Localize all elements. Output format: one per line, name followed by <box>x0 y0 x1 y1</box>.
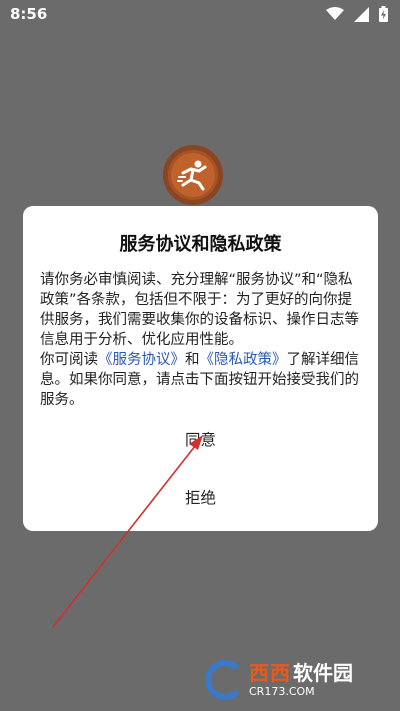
body-text-prefix: 你可阅读 <box>40 352 98 368</box>
watermark-logo: 西西 软件园 CR173.COM <box>205 658 385 702</box>
body-text-and: 和 <box>185 352 200 368</box>
status-bar: 8:56 <box>0 0 400 28</box>
privacy-policy-link[interactable]: 《隐私政策》 <box>200 352 287 368</box>
watermark-c-icon <box>205 660 245 700</box>
running-figure-icon <box>177 160 207 191</box>
dialog-title: 服务协议和隐私政策 <box>119 234 282 255</box>
reject-button[interactable]: 拒绝 <box>23 486 378 508</box>
body-text-main: 请你务必审慎阅读、充分理解“服务协议”和“隐私政策”各条款，包括但不限于：为了更… <box>40 272 359 348</box>
screen: 8:56 服务协议和隐私政策 请你务必审慎阅读、充分理解“服务协议”和“隐私政策… <box>0 0 400 711</box>
dialog-body: 请你务必审慎阅读、充分理解“服务协议”和“隐私政策”各条款，包括但不限于：为了更… <box>40 270 365 410</box>
watermark-row: 西西 软件园 <box>249 663 353 683</box>
status-icons <box>326 6 388 22</box>
watermark-soft: 软件园 <box>293 661 353 685</box>
agree-button[interactable]: 同意 <box>23 428 378 450</box>
watermark-brand: 西西 <box>249 661 291 685</box>
battery-charging-icon <box>379 6 388 22</box>
app-logo-icon <box>163 145 223 205</box>
watermark-text: 西西 软件园 CR173.COM <box>249 663 353 697</box>
wifi-icon <box>326 7 344 20</box>
privacy-dialog: 服务协议和隐私政策 请你务必审慎阅读、充分理解“服务协议”和“隐私政策”各条款，… <box>23 206 378 531</box>
cellular-signal-icon <box>354 6 369 22</box>
watermark-url: CR173.COM <box>249 685 315 698</box>
service-agreement-link[interactable]: 《服务协议》 <box>98 352 185 368</box>
app-logo-inner <box>168 150 218 200</box>
status-time: 8:56 <box>10 5 48 23</box>
